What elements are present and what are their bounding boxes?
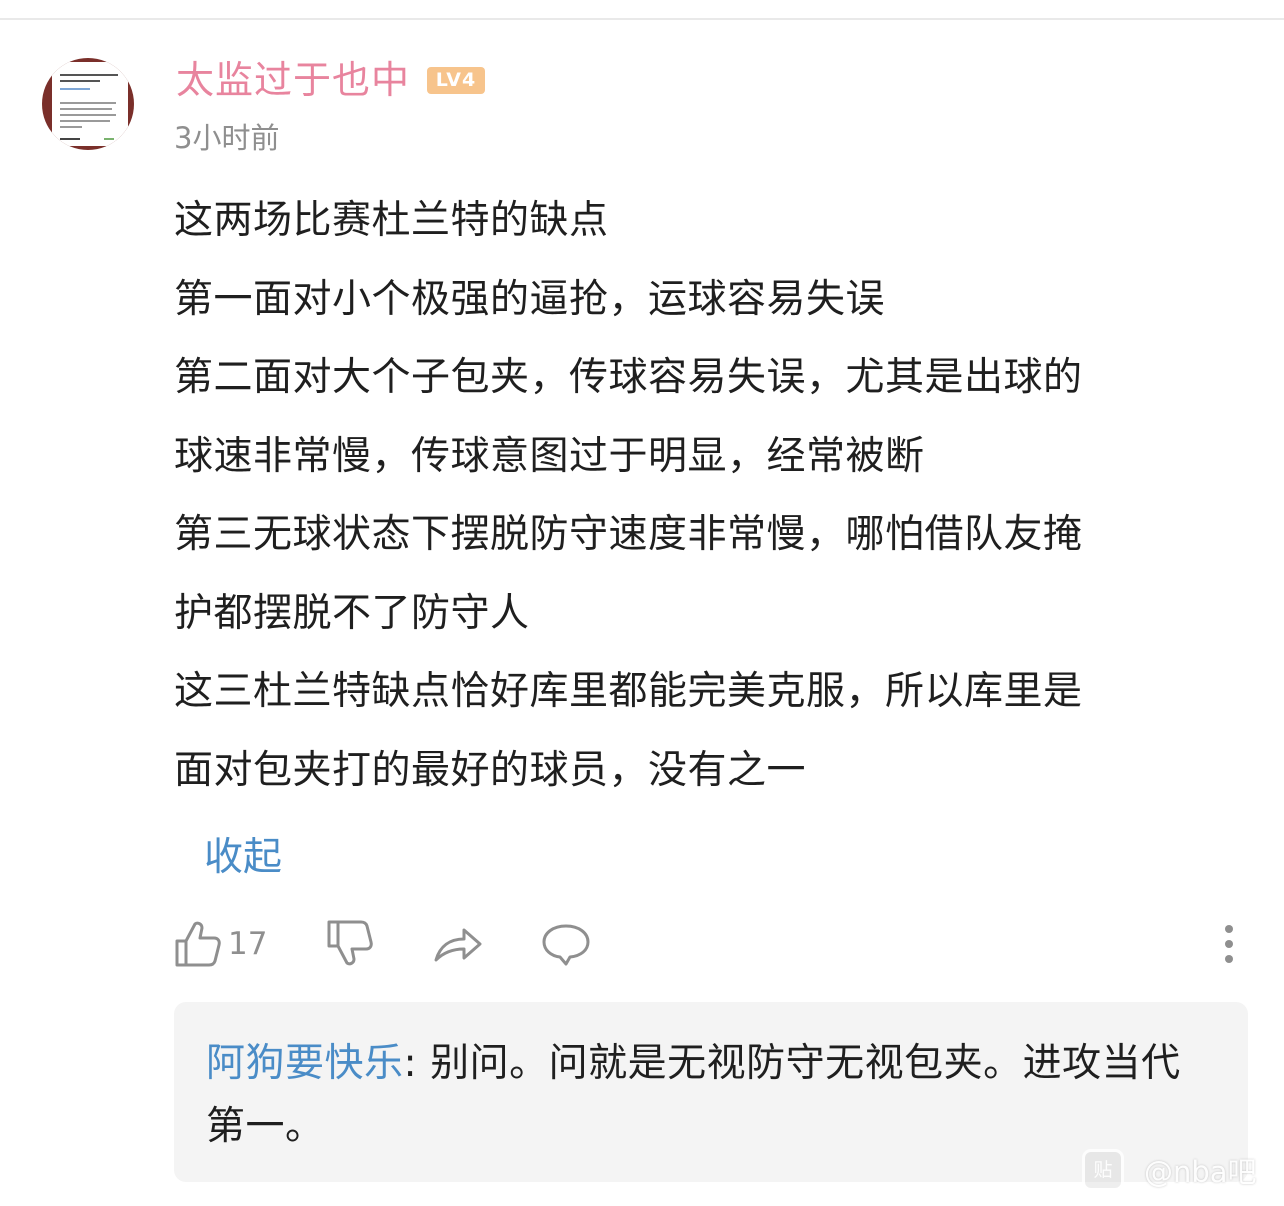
chat-bubble-icon (540, 922, 592, 966)
like-count: 17 (228, 926, 268, 962)
more-vertical-icon (1220, 922, 1238, 966)
watermark-text: @nba吧 (1144, 1155, 1257, 1189)
reply-text: 阿狗要快乐: 别问。问就是无视防守无视包夹。进攻当代第一。 (206, 1032, 1216, 1158)
reply-author[interactable]: 阿狗要快乐 (206, 1041, 404, 1086)
action-bar: 17 (174, 914, 1254, 974)
tieba-logo-icon: 贴 (1082, 1149, 1124, 1191)
collapse-button[interactable]: 收起 (204, 832, 282, 884)
comment-line: 第二面对大个子包夹，传球容易失误，尤其是出球的 (174, 355, 1083, 400)
top-divider (0, 18, 1284, 20)
like-button[interactable]: 17 (174, 914, 267, 974)
comment-line: 这两场比赛杜兰特的缺点 (174, 198, 609, 243)
avatar-image (52, 62, 128, 146)
comment-line: 第一面对小个极强的逼抢，运球容易失误 (174, 276, 886, 322)
comment-line: 面对包夹打的最好的球员，没有之一 (174, 747, 807, 793)
share-arrow-icon (432, 922, 484, 966)
comment-line: 球速非常慢，传球意图过于明显，经常被断 (174, 433, 925, 479)
level-badge: LV4 (427, 67, 485, 94)
share-button[interactable] (432, 914, 484, 974)
avatar[interactable] (42, 58, 134, 150)
comment-body: 这两场比赛杜兰特的缺点 第一面对小个极强的逼抢，运球容易失误 第二面对大个子包夹… (174, 182, 1234, 810)
thumbs-down-icon (326, 918, 374, 970)
timestamp: 3小时前 (174, 121, 280, 155)
reply-button[interactable] (540, 914, 592, 974)
comment-line: 护都摆脱不了防守人 (174, 590, 530, 636)
username[interactable]: 太监过于也中 (176, 56, 410, 104)
thumbs-up-icon (174, 919, 222, 969)
comment-line: 这三杜兰特缺点恰好库里都能完美克服，所以库里是 (174, 669, 1083, 714)
comment-line: 第三无球状态下摆脱防守速度非常慢，哪怕借队友掩 (174, 512, 1083, 557)
reply-separator: : (403, 1041, 431, 1086)
watermark: 贴 @nba吧 (1082, 1146, 1257, 1194)
dislike-button[interactable] (326, 914, 374, 974)
more-button[interactable] (1220, 914, 1238, 974)
